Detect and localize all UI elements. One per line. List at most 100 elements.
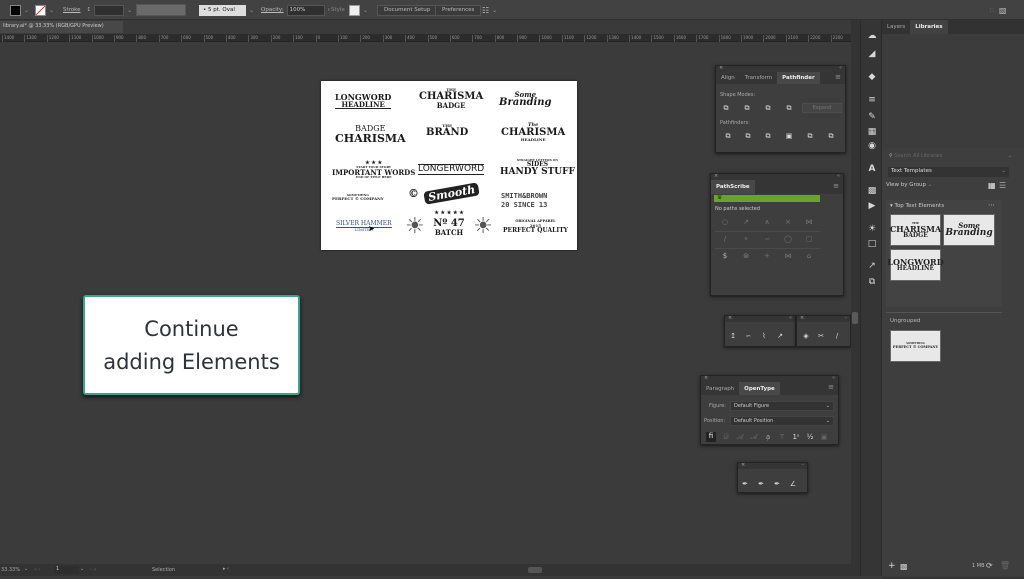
tab-paragraph[interactable]: Paragraph <box>701 382 739 395</box>
transparency-icon[interactable]: ▩ <box>866 185 878 197</box>
pathscribe-toolbar[interactable]: ♛ <box>714 194 820 202</box>
logo-badge-charisma[interactable]: BADGE CHARISMA <box>335 125 406 145</box>
artboard[interactable]: LONGWORD HEADLINE THE CHARISMA BADGE Some Br… <box>321 81 577 250</box>
trim-icon[interactable]: ⧉ <box>744 132 752 140</box>
panel-header[interactable]: × – <box>797 315 850 322</box>
outline-icon[interactable]: ⧉ <box>806 132 814 140</box>
logo-important-words[interactable]: ★ ★ ★ START YOUR STORY IMPORTANT WORDS END … <box>332 161 415 179</box>
minus-front-icon[interactable]: ⧉ <box>743 104 751 112</box>
logo-handy-stuff[interactable]: STRAIGHT LETTERS ON SIDES HANDY STUFF <box>500 159 575 177</box>
grid-view-icon[interactable]: ▦ <box>988 181 996 190</box>
logo-longerword[interactable]: LONGERWORD <box>418 164 485 175</box>
minus-back-icon[interactable]: ⧉ <box>827 132 835 140</box>
corner-point-icon[interactable]: ↗ <box>742 218 750 226</box>
actions-icon[interactable]: ▶ <box>866 200 878 212</box>
panel-menu-icon[interactable]: ≡ <box>828 383 834 391</box>
folder-icon[interactable]: ▩ <box>900 562 908 571</box>
image-trace-icon[interactable]: ▦ <box>866 126 878 138</box>
tab-layers[interactable]: Layers <box>882 20 910 34</box>
logo-charisma-badge[interactable]: THE CHARISMA BADGE <box>419 88 483 110</box>
chevron-down-icon[interactable]: ⌄ <box>492 7 497 14</box>
smooth-tool-icon[interactable]: ∽ <box>744 332 752 340</box>
join-icon[interactable]: ⋈ <box>805 218 813 226</box>
logo-smith-brown[interactable]: SMITH&BROWN 20 SINCE 13 <box>501 193 547 209</box>
plus-icon[interactable]: + <box>763 252 771 260</box>
scrollbar-thumb-horizontal[interactable] <box>528 567 542 573</box>
character-icon[interactable]: A <box>866 163 878 175</box>
panel-menu-icon[interactable]: ≡ <box>835 73 841 81</box>
path-eraser-icon[interactable]: ⌇ <box>760 332 768 340</box>
home-icon[interactable]: ⌂ <box>805 252 813 260</box>
stroke-stepper[interactable]: ↕ <box>87 7 92 13</box>
color-guide-icon[interactable]: ◆ <box>866 71 878 83</box>
close-icon[interactable]: × <box>714 173 718 179</box>
next-artboard-icon[interactable]: › » <box>90 567 97 573</box>
superscript-icon[interactable]: 1ˢ <box>792 433 800 441</box>
gradient-icon[interactable]: ◢ <box>866 48 878 60</box>
chevron-down-icon[interactable]: ⌄ <box>249 7 254 14</box>
document-setup-button[interactable]: Document Setup <box>377 4 438 16</box>
workspace-switcher-icon[interactable]: ▧ <box>999 6 1007 15</box>
chevron-down-icon[interactable]: ⌄ <box>24 566 28 572</box>
panel-header[interactable]: × « <box>725 315 795 322</box>
opacity-label[interactable]: Opacity: <box>261 7 284 13</box>
close-icon[interactable]: × <box>704 375 708 381</box>
tab-pathscribe[interactable]: PathScribe <box>711 180 755 194</box>
logo-some-branding[interactable]: Some Branding <box>499 91 552 108</box>
stroke-panel-icon[interactable]: ≡ <box>866 94 878 106</box>
more-options-icon[interactable]: ⋯ <box>988 201 995 209</box>
library-item[interactable]: SOMETHING PERFECT © COMPANY <box>890 330 941 362</box>
chevron-down-icon[interactable]: ⌄ <box>49 7 54 14</box>
line-icon[interactable]: ∕ <box>721 235 729 243</box>
chevron-down-icon[interactable]: ⌄ <box>80 566 84 572</box>
symbols-icon[interactable]: ☀ <box>866 223 878 235</box>
tab-transform[interactable]: Transform <box>740 72 777 84</box>
intersect-icon[interactable]: ⧉ <box>764 104 772 112</box>
zoom-level[interactable]: 33.33% <box>1 567 20 573</box>
brushes-icon[interactable]: ✎ <box>866 111 878 123</box>
stroke-weight-input[interactable] <box>94 4 125 16</box>
sync-icon[interactable]: ⟳ <box>986 561 993 570</box>
brush-definition[interactable]: • 5 pt. Oval <box>199 4 246 16</box>
collapse-icon[interactable]: – <box>802 462 805 468</box>
fill-swatch[interactable] <box>10 4 21 16</box>
logo-no47-batch[interactable]: ★ ★ ★ ★ ★ ☀ Nº 47 BATCH ☀ <box>405 211 493 238</box>
rect-icon[interactable]: ▢ <box>805 235 813 243</box>
scissors-icon[interactable]: ✂ <box>817 332 825 340</box>
stroke-swatch[interactable] <box>35 4 46 16</box>
figure-select[interactable]: Default Figure ⌄ <box>730 401 834 411</box>
ligatures-icon[interactable]: ﬁ <box>706 432 716 442</box>
divide-icon[interactable]: ⧉ <box>724 132 732 140</box>
fill-control[interactable]: ⌄ <box>10 4 29 16</box>
close-icon[interactable]: × <box>728 315 732 321</box>
stylistic-alternates-icon[interactable]: 𝓐 <box>750 433 758 441</box>
ordinals-icon[interactable]: T <box>778 433 786 441</box>
logo-perfect-quality[interactable]: ORIGINAL APPAREL 2015 PERFECT QUALITY <box>503 219 568 234</box>
variable-width-profile[interactable] <box>136 4 186 16</box>
eraser-icon[interactable]: ◈ <box>802 332 810 340</box>
smooth-point-icon[interactable]: ○ <box>721 218 729 226</box>
cc-libraries-icon[interactable]: ☁ <box>866 30 878 42</box>
fractions-icon[interactable]: ½ <box>806 433 814 441</box>
logo-silver-hammer[interactable]: SILVER HAMMER LIMITED <box>336 221 392 232</box>
panel-header[interactable]: × – <box>738 462 807 469</box>
collapse-icon[interactable]: « <box>832 375 835 381</box>
tab-libraries[interactable]: Libraries <box>910 20 948 34</box>
library-select[interactable]: Text Templates ⌄ <box>888 167 1009 177</box>
graphic-style-swatch[interactable] <box>348 4 360 16</box>
chevron-down-icon[interactable]: ⌄ <box>127 7 132 14</box>
vertical-scrollbar[interactable] <box>851 20 860 564</box>
arc-icon[interactable]: ⚬ <box>742 235 750 243</box>
tab-opentype[interactable]: OpenType <box>739 382 780 395</box>
close-icon[interactable]: × <box>800 315 804 321</box>
stroke-label[interactable]: Stroke <box>63 7 81 13</box>
export-icon[interactable]: ↗ <box>866 260 878 272</box>
logo-the-brand[interactable]: THE BRAND <box>426 124 468 138</box>
list-view-icon[interactable]: ☰ <box>999 181 1006 190</box>
chevron-down-icon[interactable]: ⌄ <box>363 7 368 14</box>
chevron-down-icon[interactable]: ⌄ <box>24 7 29 14</box>
collapse-icon[interactable]: – <box>845 315 848 321</box>
logo-perfect-company[interactable]: SOMETHING PERFECT © COMPANY <box>332 194 384 201</box>
library-item[interactable]: THE CHARISMA BADGE <box>890 214 941 246</box>
add-point-icon[interactable]: ∧ <box>763 218 771 226</box>
